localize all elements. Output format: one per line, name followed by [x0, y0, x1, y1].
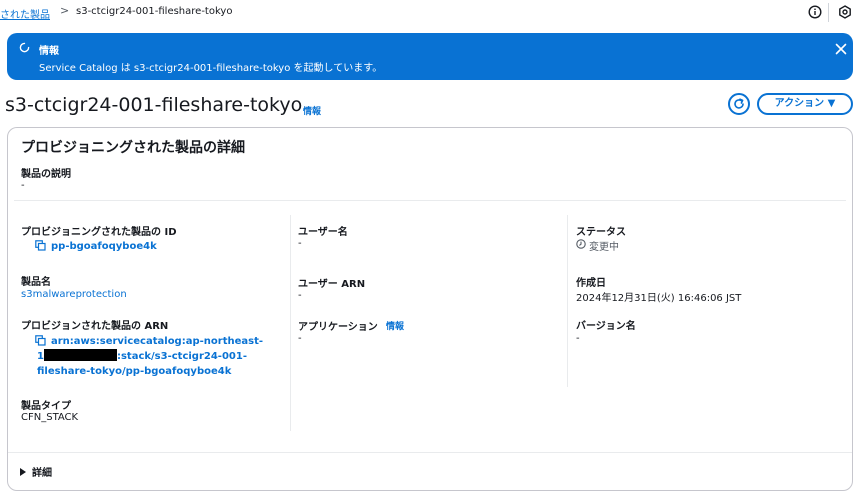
product-name-label: 製品名 — [21, 277, 51, 288]
page-title: s3-ctcigr24-001-fileshare-tokyo — [5, 94, 303, 116]
application-value: - — [298, 333, 302, 344]
info-flash-bar: 情報 Service Catalog は s3-ctcigr24-001-fil… — [7, 33, 853, 80]
expand-details-label: 詳細 — [32, 468, 52, 479]
status-label: ステータス — [576, 227, 626, 238]
page-info-link[interactable]: 情報 — [303, 104, 321, 117]
breadcrumb-separator: > — [60, 4, 70, 17]
actions-button[interactable]: アクション ▼ — [757, 93, 853, 115]
refresh-button[interactable] — [728, 93, 750, 115]
expand-details-toggle[interactable]: 詳細 — [20, 464, 52, 479]
user-arn-label: ユーザー ARN — [298, 279, 366, 290]
settings-icon[interactable] — [838, 5, 852, 19]
product-type-label: 製品タイプ — [21, 401, 71, 412]
description-value: - — [21, 180, 25, 191]
created-value: 2024年12月31日(火) 16:46:06 JST — [576, 293, 742, 304]
arn-label: プロビジョンされた製品の ARN — [21, 321, 169, 332]
user-arn-value: - — [298, 290, 302, 301]
username-label: ユーザー名 — [298, 227, 348, 238]
footer-divider — [8, 452, 852, 453]
provisioned-id-label: プロビジョニングされた製品の ID — [21, 227, 177, 238]
version-label: バージョン名 — [576, 321, 636, 332]
created-label: 作成日 — [576, 278, 606, 289]
section-divider — [14, 200, 846, 201]
breadcrumb-current: s3-ctcigr24-001-fileshare-tokyo — [76, 6, 233, 17]
top-bar-divider — [828, 3, 829, 22]
clock-icon — [576, 239, 586, 249]
status-value: 変更中 — [589, 242, 619, 253]
version-value: - — [576, 333, 580, 344]
close-icon[interactable] — [835, 43, 847, 55]
product-type-value: CFN_STACK — [21, 412, 79, 423]
flash-title: 情報 — [39, 46, 59, 57]
application-info-link[interactable]: 情報 — [386, 319, 404, 332]
provisioned-id-value[interactable]: pp-bgoafoqyboe4k — [51, 241, 157, 252]
caret-right-icon — [20, 468, 26, 476]
breadcrumb-parent-link[interactable]: された製品 — [0, 6, 50, 21]
loading-spinner-icon — [19, 42, 30, 53]
redacted-account-id — [43, 349, 117, 361]
info-circle-icon[interactable] — [808, 5, 822, 19]
column-divider-2 — [567, 215, 568, 387]
application-label: アプリケーション — [298, 322, 378, 333]
arn-line-3: fileshare-tokyo/pp-bgoafoqyboe4k — [37, 366, 232, 377]
copy-icon[interactable] — [35, 335, 46, 346]
copy-icon[interactable] — [35, 240, 46, 251]
arn-line-2-suffix: :stack/s3-ctcigr24-001- — [116, 351, 247, 362]
top-bar: された製品 > s3-ctcigr24-001-fileshare-tokyo — [0, 0, 860, 26]
refresh-icon — [734, 98, 744, 109]
arn-line-2-prefix: 1 — [37, 351, 44, 362]
arn-value[interactable]: arn:aws:servicecatalog:ap-northeast- — [51, 334, 263, 349]
username-value: - — [298, 238, 302, 249]
arn-value-line-3[interactable]: fileshare-tokyo/pp-bgoafoqyboe4k — [37, 364, 231, 379]
column-divider-1 — [290, 215, 291, 431]
flash-message: Service Catalog は s3-ctcigr24-001-filesh… — [39, 63, 383, 74]
description-label: 製品の説明 — [21, 169, 71, 180]
product-name-link[interactable]: s3malwareprotection — [21, 289, 127, 300]
details-container: プロビジョニングされた製品の詳細 製品の説明 - プロビジョニングされた製品の … — [7, 127, 853, 491]
section-title: プロビジョニングされた製品の詳細 — [21, 140, 245, 156]
arn-value-line-2[interactable]: 1 :stack/s3-ctcigr24-001- — [37, 349, 247, 364]
arn-line-1: arn:aws:servicecatalog:ap-northeast- — [51, 336, 264, 347]
